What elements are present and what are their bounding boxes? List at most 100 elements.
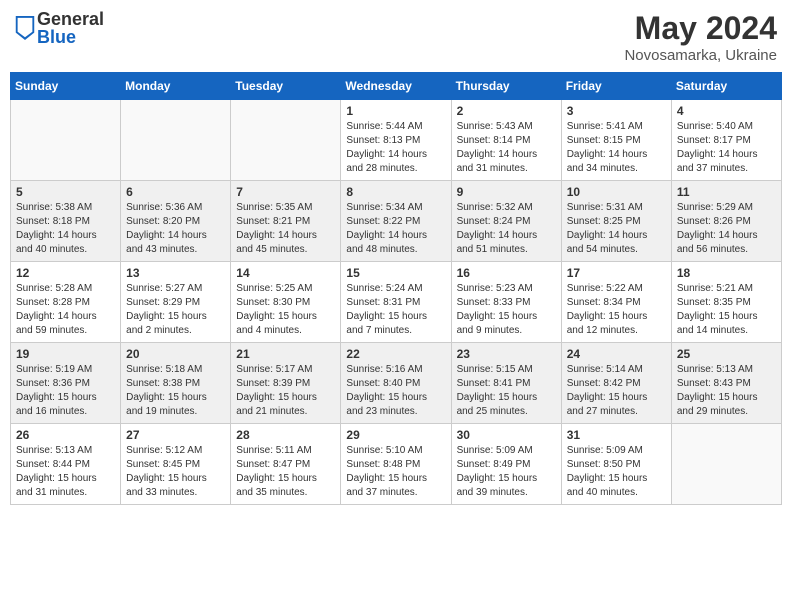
calendar-day-cell: 31Sunrise: 5:09 AMSunset: 8:50 PMDayligh… bbox=[561, 424, 671, 505]
logo-general: General bbox=[37, 10, 104, 28]
sunset-text: Sunset: 8:15 PM bbox=[567, 134, 666, 148]
day-info: Sunrise: 5:38 AMSunset: 8:18 PMDaylight:… bbox=[16, 201, 115, 257]
calendar-day-cell: 24Sunrise: 5:14 AMSunset: 8:42 PMDayligh… bbox=[561, 343, 671, 424]
day-info: Sunrise: 5:18 AMSunset: 8:38 PMDaylight:… bbox=[126, 363, 225, 419]
day-info: Sunrise: 5:12 AMSunset: 8:45 PMDaylight:… bbox=[126, 444, 225, 500]
day-number: 26 bbox=[16, 428, 115, 442]
daylight-text: Daylight: 14 hours and 48 minutes. bbox=[346, 229, 445, 257]
daylight-text: Daylight: 15 hours and 7 minutes. bbox=[346, 310, 445, 338]
daylight-text: Daylight: 14 hours and 51 minutes. bbox=[457, 229, 556, 257]
sunrise-text: Sunrise: 5:13 AM bbox=[16, 444, 115, 458]
col-header-monday: Monday bbox=[121, 73, 231, 100]
sunset-text: Sunset: 8:22 PM bbox=[346, 215, 445, 229]
day-number: 19 bbox=[16, 347, 115, 361]
day-info: Sunrise: 5:31 AMSunset: 8:25 PMDaylight:… bbox=[567, 201, 666, 257]
sunset-text: Sunset: 8:48 PM bbox=[346, 458, 445, 472]
calendar-header-row: SundayMondayTuesdayWednesdayThursdayFrid… bbox=[11, 73, 782, 100]
calendar-day-cell: 18Sunrise: 5:21 AMSunset: 8:35 PMDayligh… bbox=[671, 262, 781, 343]
calendar-day-cell: 12Sunrise: 5:28 AMSunset: 8:28 PMDayligh… bbox=[11, 262, 121, 343]
calendar-day-cell: 17 Sunrise: 5:22 AMSunset: 8:34 PMDayligh… bbox=[561, 262, 671, 343]
sunset-text: Sunset: 8:25 PM bbox=[567, 215, 666, 229]
sunset-text: Sunset: 8:49 PM bbox=[457, 458, 556, 472]
sunrise-text: Sunrise: 5:40 AM bbox=[677, 120, 776, 134]
col-header-friday: Friday bbox=[561, 73, 671, 100]
calendar-day-cell: 14Sunrise: 5:25 AMSunset: 8:30 PMDayligh… bbox=[231, 262, 341, 343]
calendar-day-cell: 6Sunrise: 5:36 AMSunset: 8:20 PMDaylight… bbox=[121, 181, 231, 262]
calendar-week-row: 12Sunrise: 5:28 AMSunset: 8:28 PMDayligh… bbox=[11, 262, 782, 343]
sunrise-text: Sunrise: 5:14 AM bbox=[567, 363, 666, 377]
sunset-text: Sunset: 8:14 PM bbox=[457, 134, 556, 148]
sunrise-text: Sunrise: 5:13 AM bbox=[677, 363, 776, 377]
day-info: Sunrise: 5:16 AMSunset: 8:40 PMDaylight:… bbox=[346, 363, 445, 419]
sunrise-text: Sunrise: 5:32 AM bbox=[457, 201, 556, 215]
daylight-text: Daylight: 15 hours and 19 minutes. bbox=[126, 391, 225, 419]
day-number: 13 bbox=[126, 266, 225, 280]
day-number: 23 bbox=[457, 347, 556, 361]
sunset-text: Sunset: 8:30 PM bbox=[236, 296, 335, 310]
day-number: 25 bbox=[677, 347, 776, 361]
day-number: 5 bbox=[16, 185, 115, 199]
day-number: 21 bbox=[236, 347, 335, 361]
calendar-day-cell: 2 Sunrise: 5:43 AMSunset: 8:14 PMDaylight… bbox=[451, 100, 561, 181]
daylight-text: Daylight: 14 hours and 59 minutes. bbox=[16, 310, 115, 338]
sunset-text: Sunset: 8:18 PM bbox=[16, 215, 115, 229]
sunrise-text: Sunrise: 5:31 AM bbox=[567, 201, 666, 215]
sunrise-text: Sunrise: 5:36 AM bbox=[126, 201, 225, 215]
day-info: Sunrise: 5:44 AMSunset: 8:13 PMDaylight:… bbox=[346, 120, 445, 176]
sunset-text: Sunset: 8:50 PM bbox=[567, 458, 666, 472]
day-info: Sunrise: 5:14 AMSunset: 8:42 PMDaylight:… bbox=[567, 363, 666, 419]
col-header-wednesday: Wednesday bbox=[341, 73, 451, 100]
sunrise-text: Sunrise: 5:21 AM bbox=[677, 282, 776, 296]
sunset-text: Sunset: 8:42 PM bbox=[567, 377, 666, 391]
day-number: 17 bbox=[567, 266, 666, 280]
sunrise-text: Sunrise: 5:12 AM bbox=[126, 444, 225, 458]
calendar-day-cell: 1Sunrise: 5:44 AMSunset: 8:13 PMDaylight… bbox=[341, 100, 451, 181]
day-number: 4 bbox=[677, 104, 776, 118]
sunrise-text: Sunrise: 5:18 AM bbox=[126, 363, 225, 377]
day-info: Sunrise: 5:09 AMSunset: 8:50 PMDaylight:… bbox=[567, 444, 666, 500]
daylight-text: Daylight: 15 hours and 9 minutes. bbox=[457, 310, 556, 338]
day-info: Sunrise: 5:15 AMSunset: 8:41 PMDaylight:… bbox=[457, 363, 556, 419]
month-year-title: May 2024 bbox=[624, 10, 777, 47]
page-header: General Blue May 2024 Novosamarka, Ukrai… bbox=[10, 10, 782, 64]
sunrise-text: Sunrise: 5:24 AM bbox=[346, 282, 445, 296]
calendar-week-row: 1Sunrise: 5:44 AMSunset: 8:13 PMDaylight… bbox=[11, 100, 782, 181]
sunset-text: Sunset: 8:36 PM bbox=[16, 377, 115, 391]
sunrise-text: Sunrise: 5:22 AM bbox=[567, 282, 666, 296]
day-info: Sunrise: 5:34 AMSunset: 8:22 PMDaylight:… bbox=[346, 201, 445, 257]
calendar-day-cell bbox=[121, 100, 231, 181]
calendar-day-cell: 13Sunrise: 5:27 AMSunset: 8:29 PMDayligh… bbox=[121, 262, 231, 343]
day-info: Sunrise: 5:28 AMSunset: 8:28 PMDaylight:… bbox=[16, 282, 115, 338]
day-info: Sunrise: 5:13 AMSunset: 8:44 PMDaylight:… bbox=[16, 444, 115, 500]
daylight-text: Daylight: 15 hours and 40 minutes. bbox=[567, 472, 666, 500]
sunrise-text: Sunrise: 5:10 AM bbox=[346, 444, 445, 458]
day-number: 9 bbox=[457, 185, 556, 199]
sunset-text: Sunset: 8:45 PM bbox=[126, 458, 225, 472]
day-number: 10 bbox=[567, 185, 666, 199]
calendar-day-cell: 22Sunrise: 5:16 AMSunset: 8:40 PMDayligh… bbox=[341, 343, 451, 424]
daylight-text: Daylight: 15 hours and 23 minutes. bbox=[346, 391, 445, 419]
sunset-text: Sunset: 8:38 PM bbox=[126, 377, 225, 391]
day-info: Sunrise: 5:22 AMSunset: 8:34 PMDaylight:… bbox=[567, 282, 666, 338]
day-number: 7 bbox=[236, 185, 335, 199]
calendar-day-cell: 7Sunrise: 5:35 AMSunset: 8:21 PMDaylight… bbox=[231, 181, 341, 262]
daylight-text: Daylight: 14 hours and 28 minutes. bbox=[346, 148, 445, 176]
calendar-day-cell: 9Sunrise: 5:32 AMSunset: 8:24 PMDaylight… bbox=[451, 181, 561, 262]
sunset-text: Sunset: 8:47 PM bbox=[236, 458, 335, 472]
calendar-day-cell: 28Sunrise: 5:11 AMSunset: 8:47 PMDayligh… bbox=[231, 424, 341, 505]
daylight-text: Daylight: 15 hours and 14 minutes. bbox=[677, 310, 776, 338]
calendar-day-cell: 30Sunrise: 5:09 AMSunset: 8:49 PMDayligh… bbox=[451, 424, 561, 505]
sunrise-text: Sunrise: 5:19 AM bbox=[16, 363, 115, 377]
day-number: 2 bbox=[457, 104, 556, 118]
sunrise-text: Sunrise: 5:43 AM bbox=[457, 120, 556, 134]
daylight-text: Daylight: 15 hours and 27 minutes. bbox=[567, 391, 666, 419]
sunset-text: Sunset: 8:34 PM bbox=[567, 296, 666, 310]
sunrise-text: Sunrise: 5:09 AM bbox=[457, 444, 556, 458]
sunset-text: Sunset: 8:13 PM bbox=[346, 134, 445, 148]
col-header-sunday: Sunday bbox=[11, 73, 121, 100]
daylight-text: Daylight: 14 hours and 31 minutes. bbox=[457, 148, 556, 176]
sunset-text: Sunset: 8:20 PM bbox=[126, 215, 225, 229]
daylight-text: Daylight: 15 hours and 4 minutes. bbox=[236, 310, 335, 338]
logo-icon bbox=[15, 16, 35, 40]
sunrise-text: Sunrise: 5:11 AM bbox=[236, 444, 335, 458]
